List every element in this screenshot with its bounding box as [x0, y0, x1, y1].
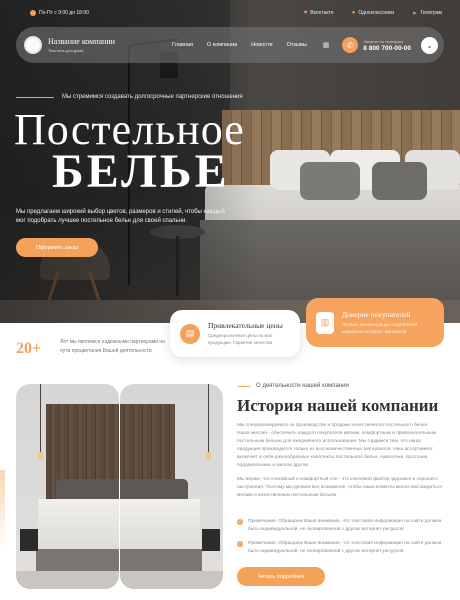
tagline-divider — [16, 96, 54, 98]
top-info-bar: Пн-Пт с 9:00 до 18:00 ♥ Вконтакте ● Одно… — [30, 8, 442, 18]
social-label: Телеграм — [420, 10, 442, 16]
about-note: ✓ Примечание. Обращаем Ваше внимание, чт… — [237, 540, 442, 555]
feature-card-prices: ▤ Привлекательные цены Среднерыночные це… — [170, 310, 300, 357]
order-button[interactable]: Оформить заказ — [16, 238, 98, 257]
telegram-icon: ➤ — [412, 10, 418, 17]
social-link-ok[interactable]: ● Одноклассники — [352, 10, 394, 17]
check-icon: ✓ — [237, 540, 243, 547]
phone-number[interactable]: 8 800 700-00-00 — [363, 45, 411, 52]
menu-item-reviews[interactable]: Отзывы — [287, 42, 307, 48]
about-paragraph: Мы специализируемся на производстве и пр… — [237, 423, 437, 468]
hero-section: Пн-Пт с 9:00 до 18:00 ♥ Вконтакте ● Одно… — [0, 0, 460, 323]
about-photo-left — [16, 384, 119, 589]
pillow — [300, 162, 360, 200]
social-label: Одноклассники — [358, 10, 395, 16]
brand-block: Название компании Текстиль для дома — [48, 37, 160, 53]
about-note-text: Примечание. Обращаем Ваше внимание, что … — [248, 519, 442, 532]
grid-menu-icon[interactable]: ▦ — [323, 41, 330, 49]
hero-tagline-text: Мы стремимся создавать долгосрочные парт… — [62, 94, 243, 100]
document-icon: ▥ — [316, 311, 334, 334]
phone-icon[interactable]: ✆ — [342, 37, 359, 53]
ok-icon: ● — [351, 10, 356, 16]
feature-card-title: Привлекательные цены — [208, 320, 283, 330]
company-logo[interactable] — [24, 36, 42, 54]
working-hours: Пн-Пт с 9:00 до 18:00 — [30, 10, 89, 16]
about-note-text: Примечание. Обращаем Ваше внимание, что … — [248, 541, 442, 554]
main-menu: Главная О компании Новости Отзывы — [172, 42, 307, 48]
menu-item-news[interactable]: Новости — [251, 42, 272, 48]
hero-tagline: Мы стремимся создавать долгосрочные парт… — [16, 94, 243, 100]
menu-item-about[interactable]: О компании — [207, 42, 237, 48]
phone-label: Звоните по телефону — [363, 38, 404, 44]
hero-description: Мы предлагаем широкий выбор цветов, разм… — [16, 209, 225, 225]
main-navbar: Название компании Текстиль для дома Глав… — [16, 27, 444, 63]
chevron-down-icon[interactable]: ⌄ — [421, 36, 438, 54]
social-label: Вконтакте — [310, 10, 334, 16]
menu-item-home[interactable]: Главная — [172, 42, 193, 48]
working-hours-text: Пн-Пт с 9:00 до 18:00 — [39, 10, 89, 16]
hero-title-line2: БЕЛЬЕ — [52, 145, 230, 198]
social-link-telegram[interactable]: ➤ Телеграм — [412, 10, 442, 17]
feature-card-title: Доверие покупателей — [342, 309, 411, 319]
company-name: Название компании — [48, 37, 115, 46]
about-section-label: О деятельности нашей компании — [238, 383, 349, 389]
price-icon: ▤ — [180, 323, 200, 344]
clock-icon — [30, 10, 36, 16]
about-note: ✓ Примечание. Обращаем Ваше внимание, чт… — [237, 518, 442, 533]
label-divider — [238, 385, 250, 387]
company-tagline: Текстиль для дома — [48, 48, 84, 53]
check-icon: ✓ — [237, 518, 243, 525]
about-title: История нашей компании — [237, 396, 439, 415]
phone-block: ✆ Звоните по телефону 8 800 700-00-00 — [342, 37, 411, 53]
years-stat-text: Лет мы являемся надежными партнерами на … — [60, 339, 165, 354]
read-more-button[interactable]: Читать подробнее — [237, 567, 325, 586]
decorative-strip — [0, 470, 5, 550]
about-photo-right — [120, 384, 223, 589]
years-stat-number: 20+ — [16, 340, 42, 357]
pillow — [372, 162, 427, 200]
social-links: ♥ Вконтакте ● Одноклассники ➤ Телеграм — [304, 10, 442, 17]
vk-icon: ♥ — [303, 10, 308, 16]
about-label-text: О деятельности нашей компании — [256, 383, 349, 389]
feature-card-text: Лучшие рекомендации покупателей надежных… — [342, 321, 418, 334]
feature-card-text: Среднерыночные цены на всю продукцию. Га… — [208, 332, 273, 345]
social-link-vk[interactable]: ♥ Вконтакте — [304, 10, 334, 17]
feature-card-trust: ▥ Доверие покупателей Лучшие рекомендаци… — [306, 298, 444, 347]
about-paragraph: Мы верим, что спокойный и комфортный сон… — [237, 477, 442, 498]
